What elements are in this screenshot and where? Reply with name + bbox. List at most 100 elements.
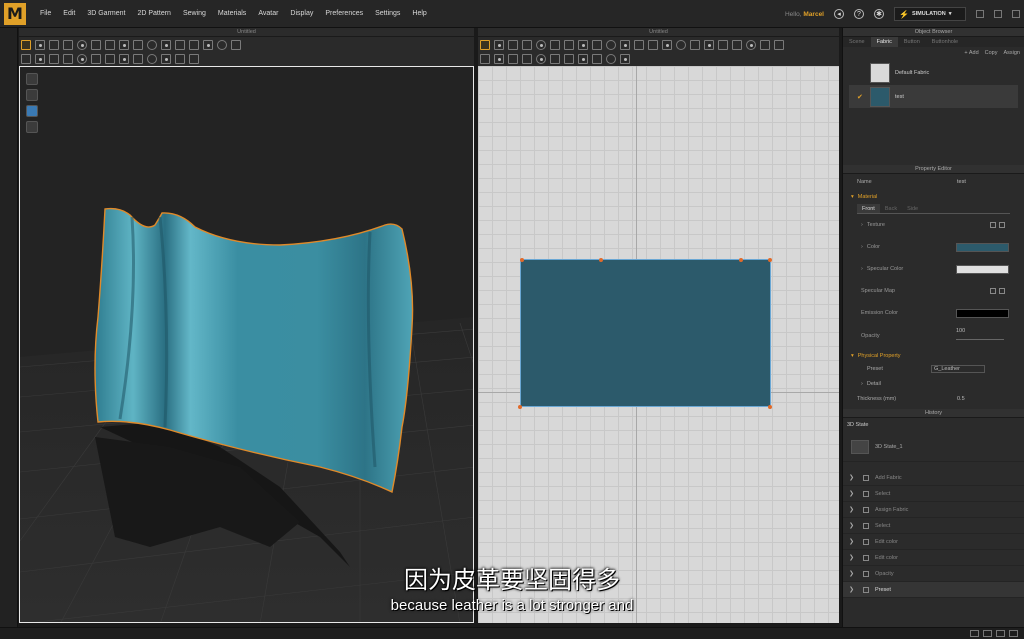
pattern-point[interactable] xyxy=(768,258,772,262)
toolbar-tool-icon[interactable] xyxy=(63,40,73,50)
pattern-piece[interactable] xyxy=(520,259,771,407)
toolbar-tool-icon[interactable] xyxy=(203,40,213,50)
toolbar-tool-icon[interactable] xyxy=(217,40,227,50)
tab-scene[interactable]: Scene xyxy=(843,37,871,47)
pattern-point[interactable] xyxy=(739,258,743,262)
opacity-value[interactable]: 100 xyxy=(956,328,965,334)
toolbar-tool-icon[interactable] xyxy=(760,40,770,50)
toolbar-tool-icon[interactable] xyxy=(676,40,686,50)
history-item[interactable]: ❯ Add Fabric xyxy=(843,470,1024,486)
toolbar-tool-icon[interactable] xyxy=(105,40,115,50)
toolbar-tool-icon[interactable] xyxy=(522,54,532,64)
preset-dropdown[interactable]: G_Leather xyxy=(931,364,985,373)
fabric-icon[interactable] xyxy=(26,105,38,117)
toolbar-tool-icon[interactable] xyxy=(592,40,602,50)
toolbar-tool-icon[interactable] xyxy=(161,40,171,50)
toolbar-tool-icon[interactable] xyxy=(77,54,87,64)
toolbar-tool-icon[interactable] xyxy=(35,40,45,50)
tab-button[interactable]: Button xyxy=(898,37,926,47)
menu-file[interactable]: File xyxy=(34,10,57,17)
history-item[interactable]: ❯ Edit color xyxy=(843,534,1024,550)
toolbar-tool-icon[interactable] xyxy=(189,40,199,50)
toolbar-tool-icon[interactable] xyxy=(494,54,504,64)
viewport-2d[interactable] xyxy=(478,66,839,623)
name-value[interactable]: test xyxy=(957,179,966,185)
menu-preferences[interactable]: Preferences xyxy=(319,10,369,17)
toolbar-tool-icon[interactable] xyxy=(550,40,560,50)
toolbar-tool-icon[interactable] xyxy=(606,54,616,64)
assign-fabric-button[interactable]: Assign xyxy=(1003,50,1020,56)
pattern-point[interactable] xyxy=(599,258,603,262)
toolbar-tool-icon[interactable] xyxy=(147,40,157,50)
layout-icon[interactable] xyxy=(996,630,1005,637)
toolbar-tool-icon[interactable] xyxy=(161,54,171,64)
browse-icon[interactable] xyxy=(990,222,996,228)
avatar-icon[interactable] xyxy=(26,89,38,101)
subtab-back[interactable]: Back xyxy=(880,204,902,213)
toolbar-tool-icon[interactable] xyxy=(578,40,588,50)
toolbar-tool-icon[interactable] xyxy=(732,40,742,50)
copy-fabric-button[interactable]: Copy xyxy=(985,50,998,56)
delete-icon[interactable] xyxy=(999,222,1005,228)
menu-avatar[interactable]: Avatar xyxy=(252,10,284,17)
opacity-slider[interactable] xyxy=(956,339,1004,340)
history-state-item[interactable]: 3D State_1 xyxy=(843,432,1024,462)
fabric-item-test[interactable]: ✔ test xyxy=(849,85,1018,108)
hide-avatar-icon[interactable] xyxy=(26,121,38,133)
toolbar-tool-icon[interactable] xyxy=(704,40,714,50)
toolbar-tool-icon[interactable] xyxy=(105,54,115,64)
toolbar-tool-icon[interactable] xyxy=(91,54,101,64)
layout-icon[interactable] xyxy=(1009,630,1018,637)
pattern-point[interactable] xyxy=(518,405,522,409)
toolbar-tool-icon[interactable] xyxy=(189,54,199,64)
fabric-item-default[interactable]: Default Fabric xyxy=(849,61,1018,84)
delete-icon[interactable] xyxy=(999,288,1005,294)
toolbar-tool-icon[interactable] xyxy=(508,54,518,64)
toolbar-tool-icon[interactable] xyxy=(690,40,700,50)
menu-edit[interactable]: Edit xyxy=(57,10,81,17)
menu-2d-pattern[interactable]: 2D Pattern xyxy=(131,10,176,17)
menu-sewing[interactable]: Sewing xyxy=(177,10,212,17)
history-item[interactable]: ❯ Select xyxy=(843,486,1024,502)
toolbar-tool-icon[interactable] xyxy=(480,54,490,64)
add-fabric-button[interactable]: + Add xyxy=(964,50,978,56)
toolbar-tool-icon[interactable] xyxy=(634,40,644,50)
toolbar-tool-icon[interactable] xyxy=(175,54,185,64)
toolbar-tool-icon[interactable] xyxy=(550,54,560,64)
menu-help[interactable]: Help xyxy=(406,10,432,17)
volume-icon[interactable]: ◂ xyxy=(834,9,844,19)
pattern-point[interactable] xyxy=(520,258,524,262)
menu-settings[interactable]: Settings xyxy=(369,10,406,17)
toolbar-tool-icon[interactable] xyxy=(147,54,157,64)
toolbar-tool-icon[interactable] xyxy=(606,40,616,50)
tab-buttonhole[interactable]: Buttonhole xyxy=(926,37,964,47)
toolbar-tool-icon[interactable] xyxy=(494,40,504,50)
garment-icon[interactable] xyxy=(26,73,38,85)
detail-row[interactable]: › Detail xyxy=(843,376,1024,391)
toolbar-tool-icon[interactable] xyxy=(175,40,185,50)
menu-3d-garment[interactable]: 3D Garment xyxy=(81,10,131,17)
toolbar-tool-icon[interactable] xyxy=(746,40,756,50)
history-item[interactable]: ❯ Assign Fabric xyxy=(843,502,1024,518)
subtab-side[interactable]: Side xyxy=(902,204,923,213)
browse-icon[interactable] xyxy=(990,288,996,294)
toolbar-tool-icon[interactable] xyxy=(592,54,602,64)
toolbar-tool-icon[interactable] xyxy=(63,54,73,64)
toolbar-tool-icon[interactable] xyxy=(508,40,518,50)
toolbar-tool-icon[interactable] xyxy=(536,40,546,50)
user-name[interactable]: Marcel xyxy=(803,11,824,18)
toolbar-tool-icon[interactable] xyxy=(648,40,658,50)
toolbar-tool-icon[interactable] xyxy=(662,40,672,50)
toolbar-tool-icon[interactable] xyxy=(480,40,490,50)
toolbar-tool-icon[interactable] xyxy=(620,40,630,50)
toolbar-tool-icon[interactable] xyxy=(21,40,31,50)
maximize-button[interactable] xyxy=(994,10,1002,18)
toolbar-tool-icon[interactable] xyxy=(91,40,101,50)
viewport-3d[interactable] xyxy=(19,66,474,623)
layout-icon[interactable] xyxy=(983,630,992,637)
toolbar-tool-icon[interactable] xyxy=(35,54,45,64)
physical-property-section[interactable]: ▾ Physical Property xyxy=(843,350,1024,361)
minimize-button[interactable] xyxy=(976,10,984,18)
material-section[interactable]: ▾ Material xyxy=(843,191,1024,202)
toolbar-tool-icon[interactable] xyxy=(77,40,87,50)
